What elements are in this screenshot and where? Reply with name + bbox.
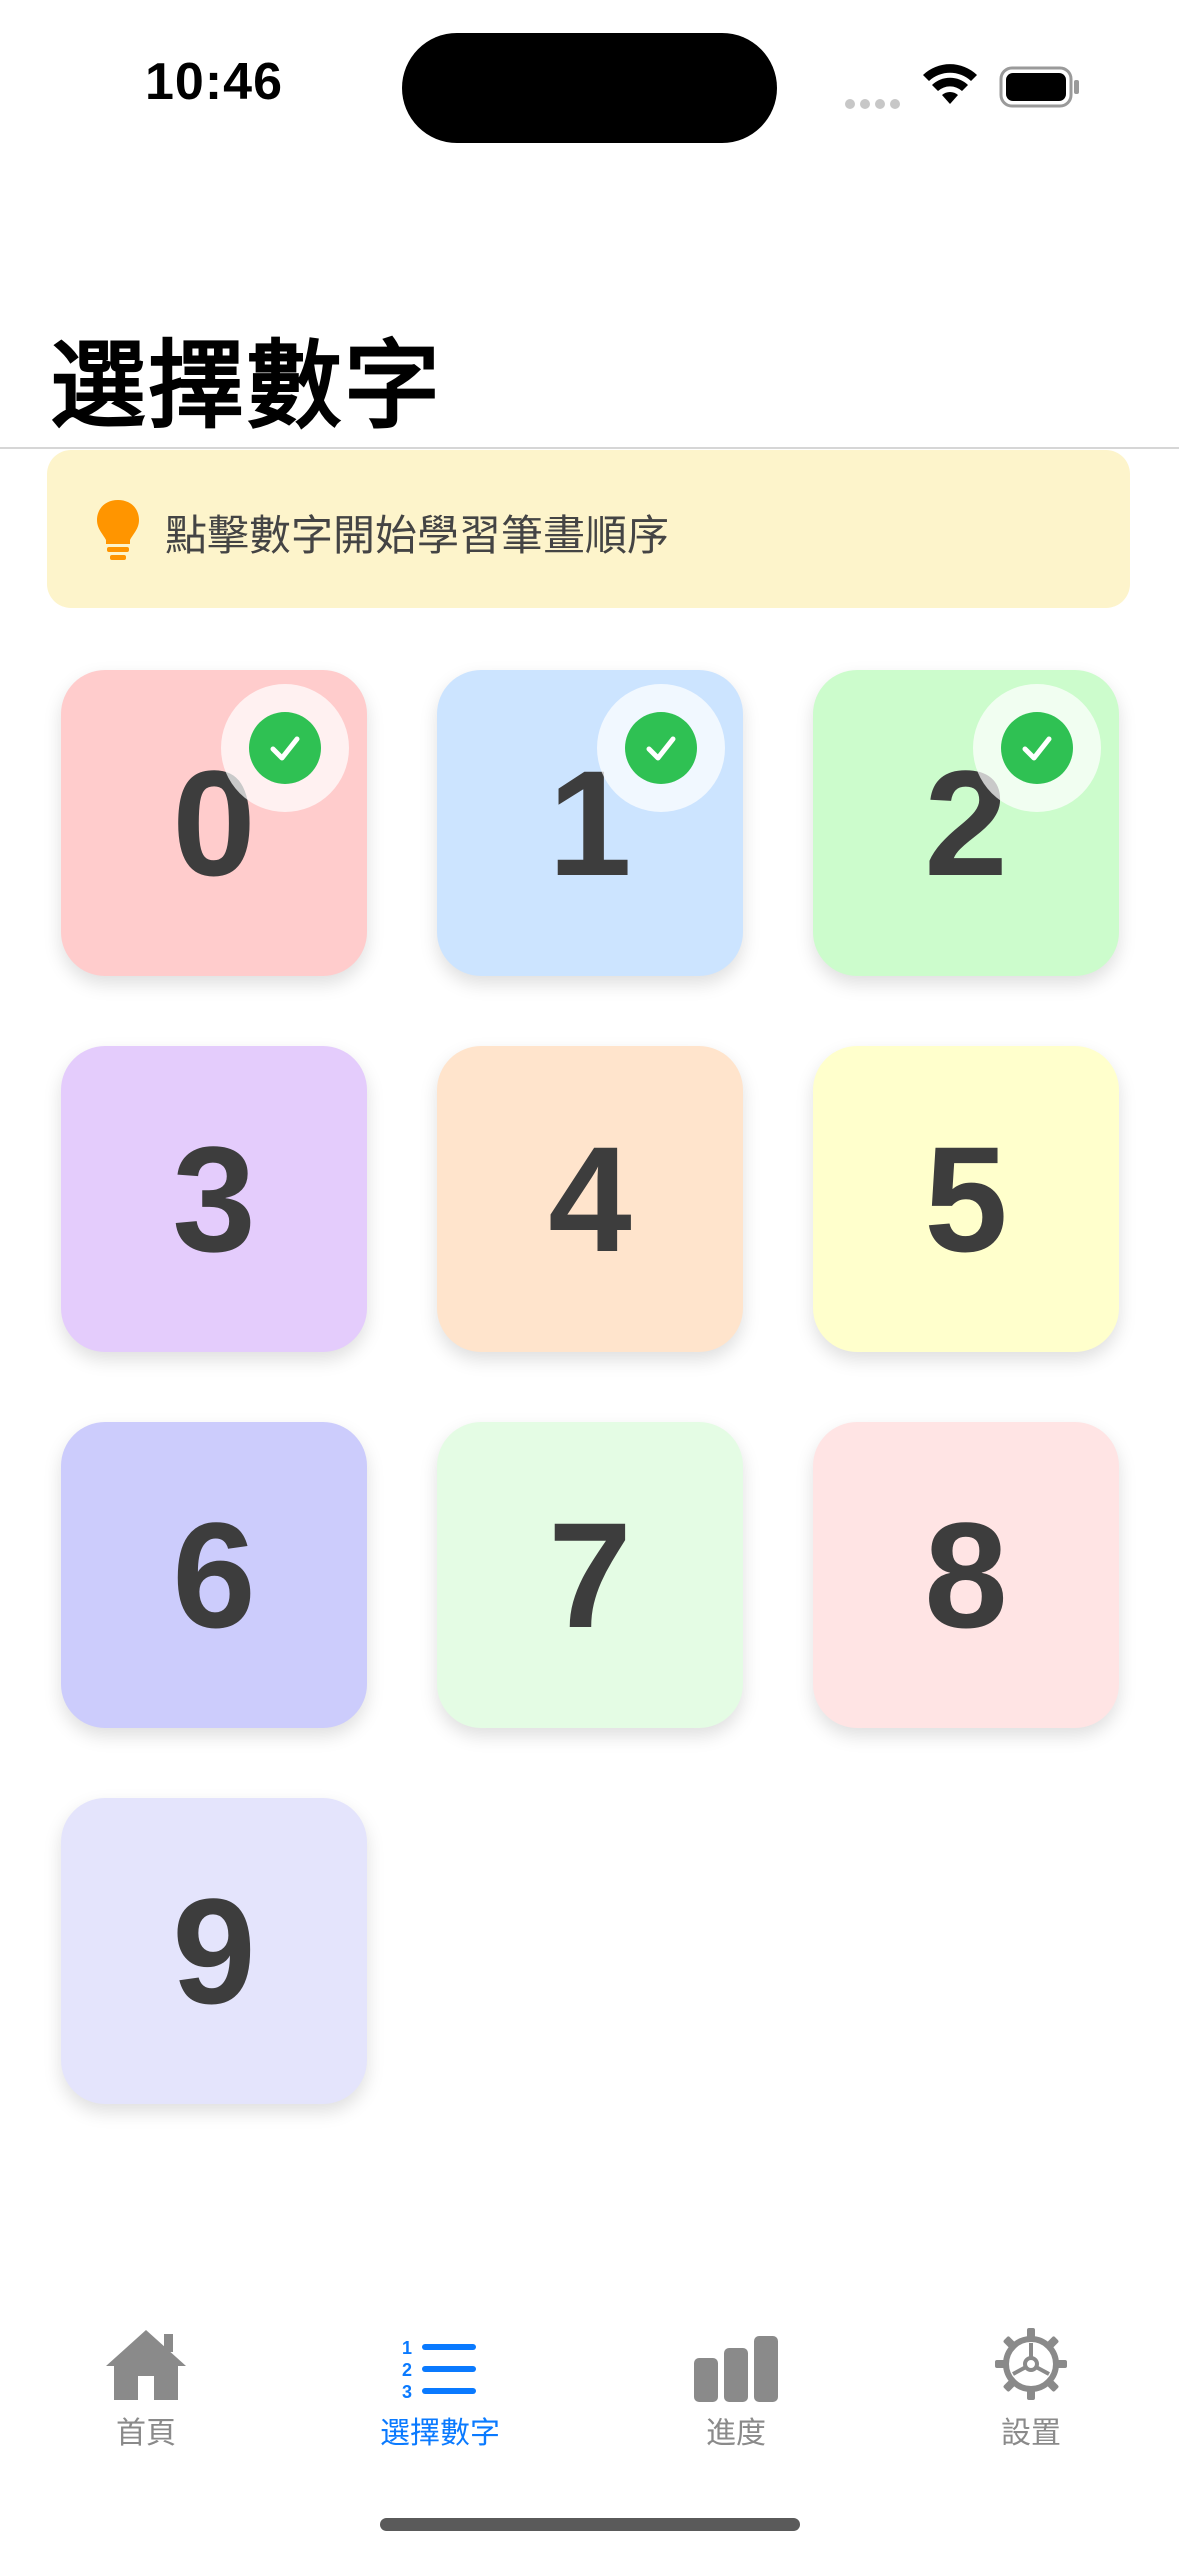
dynamic-island bbox=[402, 33, 777, 143]
number-tile-9[interactable]: 9 bbox=[61, 1798, 367, 2104]
numbered-list-icon: 1 2 3 bbox=[402, 2338, 476, 2402]
tab-home[interactable]: 首頁 bbox=[46, 2320, 246, 2452]
house-icon bbox=[106, 2330, 186, 2400]
number-tile-1[interactable]: 1 bbox=[437, 670, 743, 976]
home-indicator[interactable] bbox=[380, 2518, 800, 2531]
hint-text: 點擊數字開始學習筆畫順序 bbox=[165, 511, 670, 560]
number-tile-2[interactable]: 2 bbox=[813, 670, 1119, 976]
tab-label: 選擇數字 bbox=[380, 2416, 500, 2451]
status-time: 10:46 bbox=[145, 53, 283, 111]
svg-text:2: 2 bbox=[402, 2360, 412, 2380]
battery-icon bbox=[999, 66, 1079, 108]
gear-icon bbox=[995, 2328, 1067, 2400]
page-title: 選擇數字 bbox=[50, 330, 442, 442]
cellular-signal-icon bbox=[845, 94, 905, 113]
tile-digit: 9 bbox=[172, 1866, 256, 2035]
number-tile-5[interactable]: 5 bbox=[813, 1046, 1119, 1352]
number-tile-3[interactable]: 3 bbox=[61, 1046, 367, 1352]
wifi-icon bbox=[923, 64, 977, 104]
number-tile-4[interactable]: 4 bbox=[437, 1046, 743, 1352]
tile-digit: 4 bbox=[548, 1114, 632, 1283]
svg-text:1: 1 bbox=[402, 2338, 412, 2358]
number-tile-0[interactable]: 0 bbox=[61, 670, 367, 976]
bar-chart-icon bbox=[694, 2336, 778, 2402]
completed-check-icon bbox=[221, 684, 349, 812]
completed-check-icon bbox=[597, 684, 725, 812]
tile-digit: 5 bbox=[924, 1114, 1008, 1283]
lightbulb-icon bbox=[97, 500, 139, 560]
completed-check-icon bbox=[973, 684, 1101, 812]
tab-label: 首頁 bbox=[116, 2416, 176, 2451]
svg-text:3: 3 bbox=[402, 2382, 412, 2402]
tab-select-number[interactable]: 1 2 3 選擇數字 bbox=[340, 2320, 540, 2452]
tile-digit: 6 bbox=[172, 1490, 256, 1659]
tab-label: 進度 bbox=[706, 2416, 766, 2451]
tile-digit: 3 bbox=[172, 1114, 256, 1283]
tab-progress[interactable]: 進度 bbox=[636, 2320, 836, 2452]
number-tile-8[interactable]: 8 bbox=[813, 1422, 1119, 1728]
tile-digit: 7 bbox=[548, 1490, 632, 1659]
tile-digit: 8 bbox=[924, 1490, 1008, 1659]
hint-banner: 點擊數字開始學習筆畫順序 bbox=[47, 450, 1130, 608]
number-tile-6[interactable]: 6 bbox=[61, 1422, 367, 1728]
tab-settings[interactable]: 設置 bbox=[931, 2320, 1131, 2452]
tab-label: 設置 bbox=[1001, 2416, 1061, 2451]
title-divider bbox=[0, 447, 1179, 449]
number-tile-7[interactable]: 7 bbox=[437, 1422, 743, 1728]
